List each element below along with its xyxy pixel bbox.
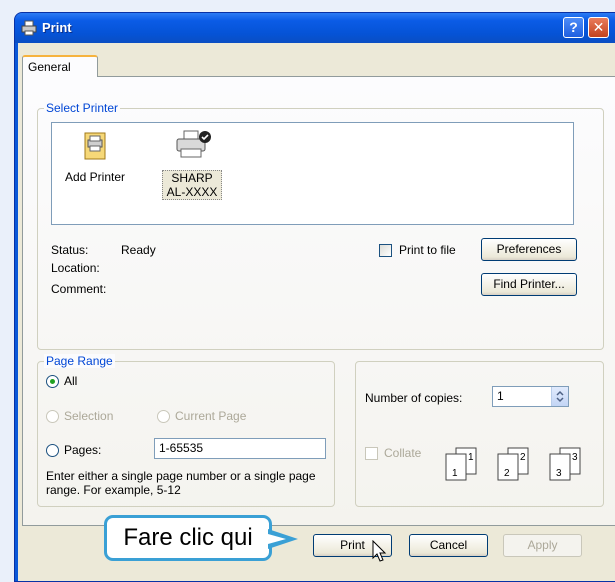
page-range-legend: Page Range	[44, 354, 115, 368]
copies-group: Number of copies: 1 Collate 1 1 2 2 3 3	[355, 361, 604, 507]
mouse-cursor-icon	[372, 540, 387, 562]
add-printer-icon	[84, 132, 106, 160]
current-page-label[interactable]: Current Page	[175, 409, 246, 423]
title-bar[interactable]: Print ? ✕	[15, 13, 615, 43]
apply-button[interactable]: Apply	[503, 534, 582, 557]
printer-item-add-printer[interactable]: Add Printer	[54, 131, 136, 184]
callout-arrow-icon	[268, 529, 298, 549]
pages-label[interactable]: Pages:	[64, 443, 101, 457]
close-button[interactable]: ✕	[588, 17, 609, 38]
tab-general[interactable]: General	[22, 55, 98, 77]
pages-input[interactable]: 1-65535	[154, 438, 326, 459]
sharp-printer-label: SHARP AL-XXXX	[152, 170, 232, 200]
all-radio[interactable]	[46, 375, 59, 388]
spinner-arrows-icon	[556, 390, 564, 403]
status-value: Ready	[121, 243, 156, 257]
pages-radio[interactable]	[46, 444, 59, 457]
select-printer-legend: Select Printer	[44, 101, 121, 115]
print-dialog: Print ? ✕ General Select Printer Add Pri…	[14, 12, 615, 582]
page-range-hint: Enter either a single page number or a s…	[46, 469, 316, 497]
page-range-group: Page Range All Selection Current Page Pa…	[37, 354, 335, 507]
cancel-button[interactable]: Cancel	[409, 534, 488, 557]
copies-value: 1	[497, 389, 504, 403]
collate-checkbox[interactable]	[365, 447, 378, 460]
comment-label: Comment:	[51, 282, 107, 296]
copies-spinner[interactable]	[551, 387, 568, 406]
general-tab-panel: Select Printer Add Printer SHARP AL-XXXX…	[22, 76, 615, 526]
help-button[interactable]: ?	[563, 17, 584, 38]
add-printer-label: Add Printer	[64, 170, 126, 184]
printer-list[interactable]: Add Printer SHARP AL-XXXX	[51, 122, 574, 225]
printer-default-icon	[176, 130, 211, 158]
preferences-button[interactable]: Preferences	[481, 238, 577, 261]
sharp-label-line1: SHARP	[171, 171, 213, 185]
svg-text:2: 2	[520, 452, 526, 463]
print-to-file-checkbox[interactable]	[379, 244, 392, 257]
svg-text:2: 2	[504, 468, 510, 479]
copies-input[interactable]: 1	[492, 386, 569, 407]
printer-item-sharp[interactable]: SHARP AL-XXXX	[152, 129, 232, 200]
sharp-label-line2: AL-XXXX	[166, 185, 218, 199]
svg-text:1: 1	[468, 452, 474, 463]
current-page-radio[interactable]	[157, 410, 170, 423]
location-label: Location:	[51, 261, 100, 275]
number-of-copies-label: Number of copies:	[365, 391, 463, 405]
all-label[interactable]: All	[64, 374, 77, 388]
collate-label[interactable]: Collate	[384, 446, 421, 460]
printer-icon	[21, 20, 37, 36]
selection-label[interactable]: Selection	[64, 409, 113, 423]
collate-pages-icon: 1 1 2 2 3 3	[445, 447, 581, 481]
click-here-callout: Fare clic qui	[104, 515, 272, 561]
window-title: Print	[42, 20, 72, 35]
svg-text:1: 1	[452, 468, 458, 479]
print-to-file-label[interactable]: Print to file	[399, 243, 456, 257]
status-label: Status:	[51, 243, 89, 257]
find-printer-button[interactable]: Find Printer...	[481, 273, 577, 296]
dialog-client: General Select Printer Add Printer SHARP…	[18, 43, 615, 581]
svg-text:3: 3	[572, 452, 578, 463]
select-printer-group: Select Printer Add Printer SHARP AL-XXXX…	[37, 101, 604, 350]
svg-text:3: 3	[556, 468, 562, 479]
selection-radio[interactable]	[46, 410, 59, 423]
